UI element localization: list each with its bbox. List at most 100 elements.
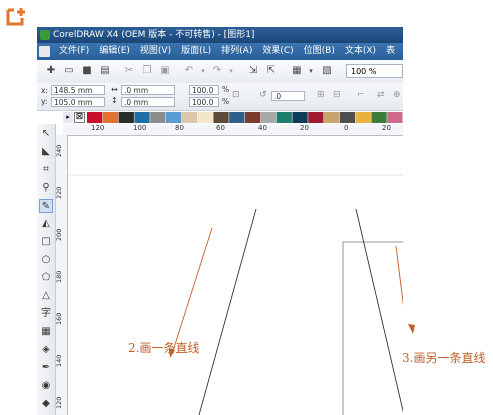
palette-swatch[interactable] (181, 112, 198, 123)
h-ruler-tick: 80 (175, 124, 184, 132)
v-ruler-tick: 160 (55, 312, 63, 325)
standard-toolbar: ✚ ▭ ■ ▤ ✂ ❐ ▣ ↶ ▾ ↷ ▾ ⇲ ⇱ ▦ ▾ ▧ 100 % (37, 60, 403, 84)
height-field[interactable]: .0 mm (121, 97, 175, 107)
width-field[interactable]: .0 mm (121, 85, 175, 95)
mirror-vertical-icon[interactable]: ⊟ (333, 90, 341, 100)
palette-swatch[interactable] (213, 112, 229, 123)
combine-icon[interactable]: ⊕ (393, 90, 401, 100)
palette-swatch[interactable] (118, 112, 134, 123)
application-launcher-icon[interactable]: ▦ (291, 65, 303, 77)
rectangle-tool-icon[interactable]: □ (39, 235, 53, 249)
palette-swatch[interactable] (355, 112, 371, 123)
h-ruler-tick: 20 (300, 124, 309, 132)
print-icon[interactable]: ▤ (99, 65, 111, 77)
rotation-field[interactable]: .0 (271, 91, 305, 101)
toolbox: ↖ ◣ ⌗ ⚲ ✎ ◭ □ ○ ⬠ △ 字 ▦ ◈ ✒ ◉ ◆ (37, 124, 56, 415)
interactive-blend-icon[interactable]: ◈ (39, 343, 53, 357)
launcher-dropdown-icon[interactable]: ▾ (305, 65, 317, 77)
palette-swatch[interactable] (387, 112, 403, 123)
scale-x-field[interactable]: 100.0 (189, 85, 219, 95)
v-ruler-tick: 120 (55, 396, 63, 409)
zoom-tool-icon[interactable]: ⚲ (39, 181, 53, 195)
palette-swatch[interactable] (276, 112, 292, 123)
basic-shapes-icon[interactable]: △ (39, 289, 53, 303)
drawing-canvas[interactable] (68, 136, 403, 415)
app-icon (40, 30, 50, 40)
paste-icon[interactable]: ▣ (159, 65, 171, 77)
palette-swatch[interactable] (260, 112, 277, 123)
ellipse-tool-icon[interactable]: ○ (39, 253, 53, 267)
y-position-field[interactable]: 105.0 mm (51, 97, 105, 107)
x-position-field[interactable]: 148.5 mm (51, 85, 105, 95)
menu-effects[interactable]: 效果(C) (262, 43, 293, 60)
redo-dropdown-icon[interactable]: ▾ (225, 65, 237, 77)
annotation-step3: 3.画另一条直线 (402, 351, 486, 365)
document-icon[interactable] (39, 46, 50, 57)
palette-swatch[interactable] (324, 112, 340, 123)
title-bar: CorelDRAW X4 (OEM 版本 - 不可转售) - [图形1] (37, 27, 403, 43)
no-fill-swatch-icon[interactable]: ⊠ (74, 112, 85, 123)
palette-swatch[interactable] (166, 112, 182, 123)
smart-fill-icon[interactable]: ◭ (39, 217, 53, 231)
palette-swatch[interactable] (197, 112, 213, 123)
palette-swatch[interactable] (229, 112, 245, 123)
table-tool-icon[interactable]: ▦ (39, 325, 53, 339)
menu-items: 文件(F) 编辑(E) 视图(V) 版面(L) 排列(A) 效果(C) 位图(B… (59, 43, 395, 60)
palette-swatch[interactable] (150, 112, 166, 123)
h-ruler-tick: 40 (258, 124, 267, 132)
copy-icon[interactable]: ❐ (141, 65, 153, 77)
break-apart-icon[interactable]: ⇄ (377, 90, 385, 100)
menu-bitmaps[interactable]: 位图(B) (304, 43, 335, 60)
menu-file[interactable]: 文件(F) (59, 43, 89, 60)
palette-swatch[interactable] (87, 112, 103, 123)
undo-icon[interactable]: ↶ (183, 65, 195, 77)
h-ruler-tick: 0 (344, 124, 349, 132)
color-palette: ▸ ⊠ (63, 111, 403, 124)
menu-layout[interactable]: 版面(L) (181, 43, 211, 60)
outline-tool-icon[interactable]: ◉ (39, 379, 53, 393)
scale-y-field[interactable]: 100.0 (189, 97, 219, 107)
node-edit-icon[interactable]: ⌐ (357, 90, 365, 100)
eyedropper-tool-icon[interactable]: ✒ (39, 361, 53, 375)
import-icon[interactable]: ⇲ (247, 65, 259, 77)
open-icon[interactable]: ▭ (63, 65, 75, 77)
crop-tool-icon[interactable]: ⌗ (39, 163, 53, 177)
text-tool-icon[interactable]: 字 (39, 307, 53, 321)
freehand-tool-icon[interactable]: ✎ (39, 199, 53, 213)
zoom-level-select[interactable]: 100 % (346, 64, 403, 78)
menu-view[interactable]: 视图(V) (140, 43, 171, 60)
palette-swatch[interactable] (245, 112, 261, 123)
palette-swatch[interactable] (134, 112, 150, 123)
undo-dropdown-icon[interactable]: ▾ (197, 65, 209, 77)
welcome-screen-icon[interactable]: ▧ (321, 65, 333, 77)
polygon-tool-icon[interactable]: ⬠ (39, 271, 53, 285)
palette-swatch[interactable] (371, 112, 387, 123)
scale-y-unit: % (222, 97, 230, 106)
menu-edit[interactable]: 编辑(E) (99, 43, 130, 60)
palette-swatch[interactable] (339, 112, 356, 123)
new-icon[interactable]: ✚ (45, 65, 57, 77)
h-ruler-tick: 120 (91, 124, 105, 132)
h-ruler-tick: 100 (133, 124, 147, 132)
fill-tool-icon[interactable]: ◆ (39, 397, 53, 411)
vertical-ruler: 240 220 200 180 160 140 120 (55, 135, 68, 415)
redo-icon[interactable]: ↷ (211, 65, 223, 77)
menu-text[interactable]: 文本(X) (345, 43, 376, 60)
save-icon[interactable]: ■ (81, 65, 93, 77)
palette-swatch[interactable] (102, 112, 119, 123)
palette-swatch[interactable] (292, 112, 308, 123)
menu-arrange[interactable]: 排列(A) (221, 43, 252, 60)
v-ruler-tick: 200 (55, 228, 63, 241)
mirror-horizontal-icon[interactable]: ⊞ (317, 90, 325, 100)
v-ruler-tick: 220 (55, 186, 63, 199)
export-icon[interactable]: ⇱ (265, 65, 277, 77)
menu-table[interactable]: 表 (386, 43, 395, 60)
pick-tool-icon[interactable]: ↖ (39, 127, 53, 141)
palette-scroll-icon[interactable]: ▸ (63, 112, 73, 123)
cut-icon[interactable]: ✂ (123, 65, 135, 77)
property-bar: x: y: 148.5 mm 105.0 mm ↔ ↕ .0 mm .0 mm … (37, 83, 403, 111)
lock-ratio-icon[interactable]: ⊡ (232, 90, 240, 100)
palette-swatch[interactable] (308, 112, 324, 123)
v-ruler-tick: 140 (55, 354, 63, 367)
shape-tool-icon[interactable]: ◣ (39, 145, 53, 159)
